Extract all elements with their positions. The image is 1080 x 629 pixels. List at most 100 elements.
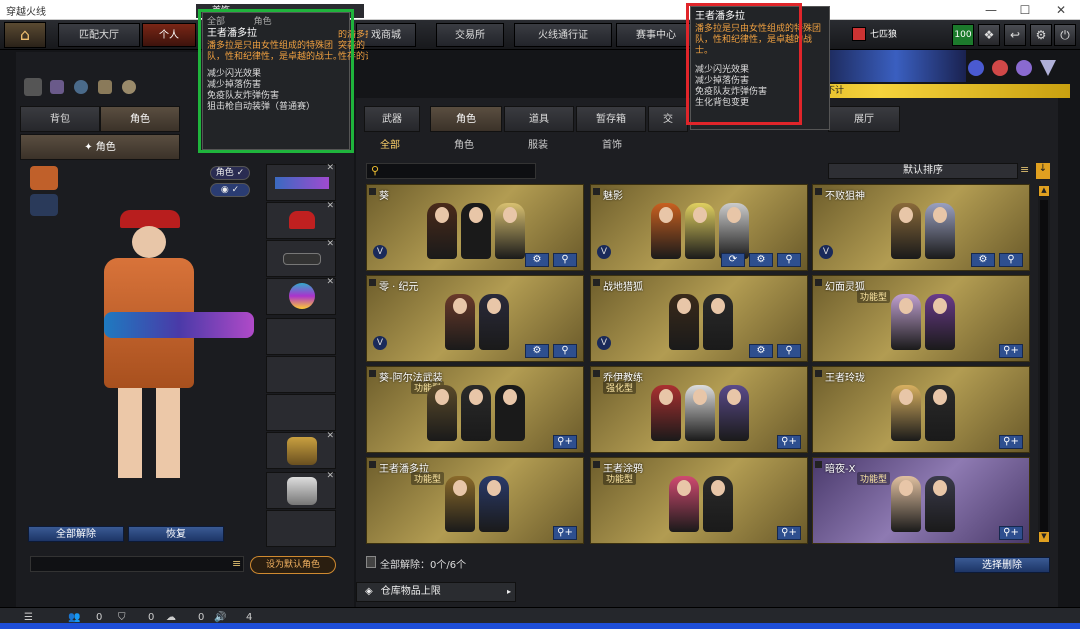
subtab-accessories[interactable]: 首饰	[592, 136, 632, 156]
shield-icon[interactable]: ⛉	[118, 612, 126, 623]
mouse-icon[interactable]	[122, 80, 136, 94]
remove-icon[interactable]: ✕	[326, 201, 334, 211]
clear-all-button[interactable]: 全部解除	[28, 526, 124, 542]
character-card[interactable]: 幻面灵狐 功能型 ⚲+	[812, 275, 1030, 362]
volume-icon[interactable]: 🔊	[214, 612, 226, 623]
fx-mode-icon[interactable]	[30, 194, 58, 216]
vip-icon[interactable]	[968, 60, 984, 76]
set-default-character-button[interactable]: 设为默认角色	[250, 556, 336, 574]
slot-glasses[interactable]: ✕	[266, 239, 336, 277]
on-toggle-icon[interactable]	[24, 78, 42, 96]
scroll-up-icon[interactable]: ▲	[1039, 186, 1049, 196]
slot-empty-3[interactable]	[266, 394, 336, 431]
search-plus-icon[interactable]: ⚲+	[999, 344, 1023, 358]
settings-icon[interactable]: ⚙	[749, 344, 773, 358]
subtab-clothing[interactable]: 服装	[518, 136, 558, 156]
medal-icon[interactable]	[1016, 60, 1032, 76]
tab-trade[interactable]: 交	[648, 106, 688, 132]
search-icon[interactable]: ⚲	[777, 253, 801, 267]
character-name-field[interactable]	[30, 556, 244, 572]
nav-tab-exchange[interactable]: 交易所	[436, 23, 504, 47]
scrollbar[interactable]: ▲ ▼	[1038, 186, 1050, 542]
character-card[interactable]: 葵 V ⚙ ⚲	[366, 184, 584, 271]
slot-pet-2[interactable]: ✕	[266, 471, 336, 509]
rank-icon[interactable]: ❖	[978, 24, 1000, 46]
settings-icon[interactable]: ⚙	[525, 344, 549, 358]
list-view-icon[interactable]: ≡	[1020, 163, 1034, 179]
tab-bag[interactable]: 背包	[20, 106, 100, 132]
tab-roles[interactable]: 角色	[430, 106, 502, 132]
nav-tab-pass[interactable]: 火线通行证	[514, 23, 612, 47]
character-card[interactable]: 乔伊教练 强化型 ⚲+	[590, 366, 808, 453]
close-icon[interactable]: ✕	[1044, 0, 1078, 20]
remove-icon[interactable]: ✕	[326, 471, 334, 481]
search-plus-icon[interactable]: ⚲+	[777, 526, 801, 540]
search-input[interactable]: ⚲	[366, 163, 536, 179]
tab-showroom[interactable]: 展厅	[828, 106, 900, 132]
settings-icon[interactable]: ⚙	[525, 253, 549, 267]
remove-icon[interactable]: ✕	[326, 163, 334, 173]
scroll-thumb[interactable]	[1040, 200, 1048, 540]
restore-button[interactable]: 恢复	[128, 526, 224, 542]
subtab-all[interactable]: 全部	[370, 136, 410, 156]
settings-icon[interactable]: ⚙	[1030, 24, 1052, 46]
slot-empty-4[interactable]	[266, 510, 336, 547]
character-card[interactable]: 暗夜-X 功能型 ⚲+	[812, 457, 1030, 544]
friends-icon[interactable]: 👥	[68, 612, 80, 623]
search-plus-icon[interactable]: ⚲+	[553, 435, 577, 449]
character-card[interactable]: 战地猎狐 V ⚙ ⚲	[590, 275, 808, 362]
remove-icon[interactable]: ✕	[326, 239, 334, 249]
search-plus-icon[interactable]: ⚲+	[777, 435, 801, 449]
sort-direction-icon[interactable]: ↓	[1036, 163, 1050, 179]
settings-icon[interactable]: ⚙	[749, 253, 773, 267]
search-plus-icon[interactable]: ⚲+	[999, 435, 1023, 449]
role-toggle[interactable]: 角色 ✓	[210, 166, 250, 180]
tab-items[interactable]: 道具	[504, 106, 574, 132]
badge-icon[interactable]	[992, 60, 1008, 76]
character-card[interactable]: 葵-阿尔法武装 功能型 ⚲+	[366, 366, 584, 453]
character-card[interactable]: 王者涂鸦 功能型 ⚲+	[590, 457, 808, 544]
search-plus-icon[interactable]: ⚲+	[553, 526, 577, 540]
search-icon[interactable]: ⚲	[553, 253, 577, 267]
subtab-roles[interactable]: 角色	[444, 136, 484, 156]
slot-empty-2[interactable]	[266, 356, 336, 393]
character-card[interactable]: 魅影 V ⟳ ⚙ ⚲	[590, 184, 808, 271]
search-icon[interactable]: ⚲	[553, 344, 577, 358]
refresh-icon[interactable]: ⟳	[721, 253, 745, 267]
rank-chevron-icon[interactable]	[1040, 60, 1056, 76]
settings-icon[interactable]: ⚙	[971, 253, 995, 267]
exit-icon[interactable]: ↩	[1004, 24, 1026, 46]
group-icon[interactable]	[50, 80, 64, 94]
subtab-character[interactable]: ✦ 角色	[20, 134, 180, 160]
storage-limit-button[interactable]: ◈ 仓库物品上限 ▸	[356, 582, 516, 602]
select-remove-button[interactable]: 选择删除	[954, 557, 1050, 573]
sort-dropdown[interactable]: 默认排序	[828, 163, 1018, 179]
slot-empty-1[interactable]	[266, 318, 336, 355]
slot-pet-1[interactable]: ✕	[266, 431, 336, 469]
minimize-icon[interactable]: —	[974, 0, 1008, 20]
search-icon[interactable]: ⚲	[999, 253, 1023, 267]
scroll-down-icon[interactable]: ▼	[1039, 532, 1049, 542]
search-plus-icon[interactable]: ⚲+	[999, 526, 1023, 540]
chat-icon[interactable]: ☁	[166, 612, 176, 623]
pose-mode-icon[interactable]	[30, 166, 58, 190]
menu-icon[interactable]: ≡	[232, 557, 244, 571]
nav-tab-personal[interactable]: 个人	[142, 23, 196, 47]
slot-accessory[interactable]: ✕	[266, 277, 336, 315]
tab-storage[interactable]: 暂存箱	[576, 106, 646, 132]
character-card[interactable]: 不败狙神 V ⚙ ⚲	[812, 184, 1030, 271]
weapon-banner-image[interactable]	[826, 50, 966, 82]
character-card[interactable]: 零 · 纪元 V ⚙ ⚲	[366, 275, 584, 362]
character-card[interactable]: 王者玲珑 ⚲+	[812, 366, 1030, 453]
power-icon[interactable]: ⏻	[1054, 24, 1076, 46]
refresh-icon[interactable]	[74, 80, 88, 94]
tab-character[interactable]: 角色	[100, 106, 180, 132]
nav-tab-events[interactable]: 赛事中心	[616, 23, 696, 47]
slot-weapon[interactable]: ✕	[266, 163, 336, 201]
maximize-icon[interactable]: ☐	[1008, 0, 1042, 20]
remove-icon[interactable]: ✕	[326, 277, 334, 287]
nav-tab-lobby[interactable]: 匹配大厅	[58, 23, 140, 47]
remove-icon[interactable]: ✕	[326, 431, 334, 441]
pose-icon[interactable]	[98, 80, 112, 94]
list-icon[interactable]: ☰	[24, 612, 33, 623]
